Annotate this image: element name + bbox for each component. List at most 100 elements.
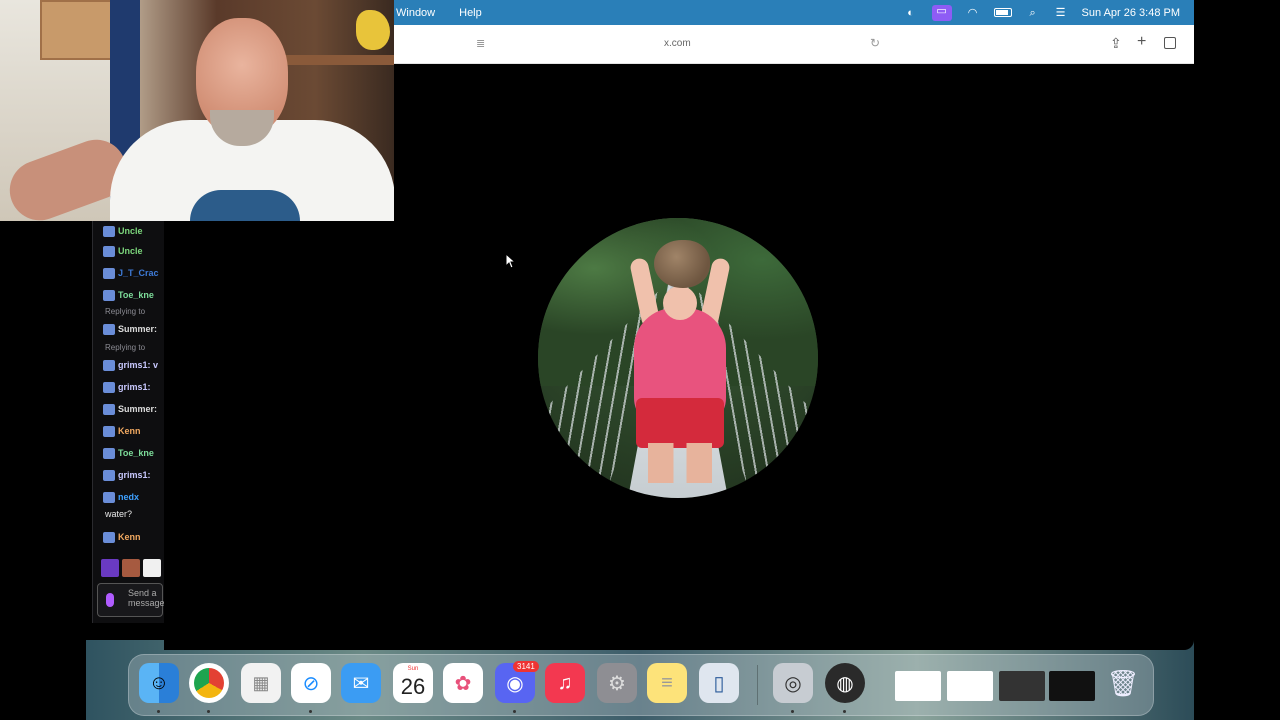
webcam-overlay xyxy=(0,0,394,221)
chat-username[interactable]: Toe_kne xyxy=(118,290,154,300)
minimized-window-2[interactable] xyxy=(947,671,993,701)
chat-username[interactable]: grims1: xyxy=(118,382,151,392)
emote-icon[interactable] xyxy=(143,559,161,577)
chat-badge-icon xyxy=(103,289,115,301)
share-icon[interactable]: ⇪ xyxy=(1110,35,1122,52)
chat-message[interactable]: Uncle xyxy=(103,223,143,239)
chat-message[interactable]: grims1: v xyxy=(103,357,158,373)
menu-window[interactable]: Window xyxy=(394,7,437,19)
system-settings-icon[interactable]: ⚙ xyxy=(597,663,637,703)
chat-message[interactable]: Toe_kne xyxy=(103,445,154,461)
running-indicator xyxy=(843,710,846,713)
chat-badge-icon xyxy=(103,359,115,371)
chat-username[interactable]: Uncle xyxy=(118,246,143,256)
screenshot-icon[interactable]: ◎ xyxy=(773,663,813,703)
chat-panel: Uncle Uncle J_T_Crac Toe_kne Replying to Summ… xyxy=(92,221,164,623)
calendar-month: Sun xyxy=(407,666,419,672)
video-player[interactable] xyxy=(538,218,818,498)
control-center-icon[interactable]: ☰ xyxy=(1054,7,1068,19)
emote-icon[interactable] xyxy=(122,559,140,577)
chat-message-text: water? xyxy=(105,509,133,519)
emote-icon[interactable] xyxy=(101,559,119,577)
menubar-clock[interactable]: Sun Apr 26 3:48 PM xyxy=(1082,7,1180,19)
chat-username[interactable]: grims1: xyxy=(118,470,151,480)
battery-icon[interactable] xyxy=(993,8,1012,17)
menu-help[interactable]: Help xyxy=(457,7,484,19)
person-legs xyxy=(648,443,712,483)
chat-badge-icon xyxy=(103,267,115,279)
reload-icon[interactable]: ↻ xyxy=(870,36,880,50)
chrome-icon[interactable] xyxy=(189,663,229,703)
chat-message[interactable]: grims1: xyxy=(103,467,151,483)
person-shorts xyxy=(636,398,724,448)
chat-input-placeholder: Send a message xyxy=(128,588,164,608)
chat-badge-icon xyxy=(103,323,115,335)
webcam-shirt-print xyxy=(190,190,300,221)
person-head xyxy=(663,286,697,320)
chat-username[interactable]: Uncle xyxy=(118,226,143,236)
chat-username[interactable]: nedx xyxy=(118,492,139,502)
tab-overview-icon[interactable] xyxy=(1161,37,1176,52)
dock: ☺ ▦ ⊘ ✉ Sun 26 ✿ ◉ 3141 ♫ ⚙ ≡ ▯ ◎ ◍ 🗑 xyxy=(128,654,1154,716)
chat-message[interactable]: Uncle xyxy=(103,243,143,259)
chat-username[interactable]: Kenn xyxy=(118,426,141,436)
calendar-day: 26 xyxy=(400,674,426,699)
chat-message[interactable]: Summer: xyxy=(103,401,157,417)
reader-icon[interactable]: ≣ xyxy=(476,37,485,50)
minimized-window-4[interactable] xyxy=(1049,671,1095,701)
trash-icon[interactable]: 🗑 xyxy=(1103,663,1143,703)
chat-badge-icon xyxy=(103,245,115,257)
notes-icon[interactable]: ≡ xyxy=(647,663,687,703)
obs-icon[interactable]: ◍ xyxy=(825,663,865,703)
chat-message[interactable]: nedx xyxy=(103,489,139,505)
launchpad-icon[interactable]: ▦ xyxy=(241,663,281,703)
simulator-icon[interactable]: ▯ xyxy=(699,663,739,703)
mail-icon[interactable]: ✉ xyxy=(341,663,381,703)
chat-badge-icon xyxy=(103,403,115,415)
chat-badge-icon xyxy=(103,225,115,237)
chat-message[interactable]: J_T_Crac xyxy=(103,265,159,281)
wifi-icon[interactable]: ◠ xyxy=(966,7,980,19)
minimized-window-3[interactable] xyxy=(999,671,1045,701)
running-indicator xyxy=(791,710,794,713)
chat-badge-icon xyxy=(103,491,115,503)
screen: Window Help ◐ ▭ ◠ ⌕ ☰ Sun Apr 26 3:48 PM… xyxy=(0,0,1280,720)
chat-username[interactable]: Summer: xyxy=(118,404,157,414)
chat-message[interactable]: Summer: xyxy=(103,321,157,337)
address-bar[interactable]: x.com xyxy=(664,38,691,49)
running-indicator xyxy=(309,710,312,713)
search-icon[interactable]: ⌕ xyxy=(1026,7,1040,19)
chat-message[interactable]: grims1: xyxy=(103,379,151,395)
browser-toolbar: ≣ x.com ↻ ⇪ + xyxy=(394,25,1194,64)
chat-username[interactable]: grims1: v xyxy=(118,360,158,370)
running-indicator xyxy=(157,710,160,713)
chat-emote-bar xyxy=(101,559,161,577)
calendar-icon[interactable]: Sun 26 xyxy=(393,663,433,703)
chat-username[interactable]: Summer: xyxy=(118,324,157,334)
safari-icon[interactable]: ⊘ xyxy=(291,663,331,703)
chat-reply-label: Replying to xyxy=(105,343,146,352)
boulder xyxy=(654,240,710,288)
chat-badge-icon xyxy=(103,447,115,459)
dock-separator xyxy=(757,665,758,705)
finder-icon[interactable]: ☺ xyxy=(139,663,179,703)
chat-username[interactable]: Kenn xyxy=(118,532,141,542)
running-indicator xyxy=(207,710,210,713)
music-icon[interactable]: ♫ xyxy=(545,663,585,703)
chat-message[interactable]: Toe_kne xyxy=(103,287,154,303)
microphone-icon[interactable] xyxy=(106,593,114,607)
new-tab-icon[interactable]: + xyxy=(1137,33,1146,51)
chat-reply-label: Replying to xyxy=(105,307,146,316)
chat-message[interactable]: Kenn xyxy=(103,423,141,439)
discord-badge: 3141 xyxy=(513,661,539,672)
chat-username[interactable]: J_T_Crac xyxy=(118,268,159,278)
screen-mirroring-icon[interactable]: ▭ xyxy=(931,4,952,21)
chat-message[interactable]: Kenn xyxy=(103,529,141,545)
chat-badge-icon xyxy=(103,381,115,393)
photos-icon[interactable]: ✿ xyxy=(443,663,483,703)
chat-input[interactable]: Send a message xyxy=(97,583,164,617)
chat-username[interactable]: Toe_kne xyxy=(118,448,154,458)
focus-icon[interactable]: ◐ xyxy=(904,7,918,19)
minimized-window-1[interactable] xyxy=(895,671,941,701)
menu-bar: Window Help ◐ ▭ ◠ ⌕ ☰ Sun Apr 26 3:48 PM xyxy=(394,0,1194,25)
